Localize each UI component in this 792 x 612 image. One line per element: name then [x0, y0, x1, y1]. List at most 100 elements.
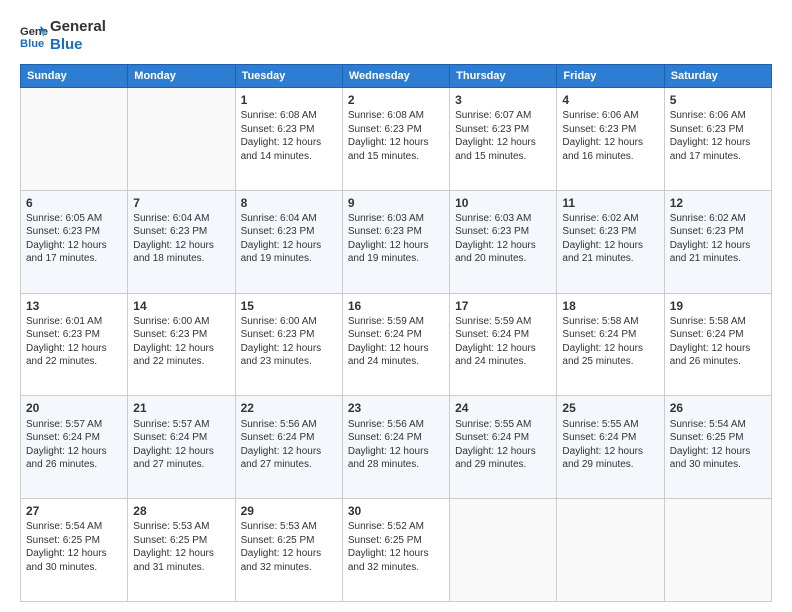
- cell-info: Sunrise: 5:59 AM Sunset: 6:24 PM Dayligh…: [455, 315, 551, 369]
- cell-day-number: 8: [241, 195, 337, 211]
- calendar-week-row: 1Sunrise: 6:08 AM Sunset: 6:23 PM Daylig…: [21, 88, 772, 191]
- calendar-cell: [21, 88, 128, 191]
- calendar-cell: 30Sunrise: 5:52 AM Sunset: 6:25 PM Dayli…: [342, 499, 449, 602]
- calendar-cell: 9Sunrise: 6:03 AM Sunset: 6:23 PM Daylig…: [342, 190, 449, 293]
- cell-info: Sunrise: 5:55 AM Sunset: 6:24 PM Dayligh…: [455, 418, 551, 472]
- calendar-week-row: 27Sunrise: 5:54 AM Sunset: 6:25 PM Dayli…: [21, 499, 772, 602]
- cell-info: Sunrise: 6:02 AM Sunset: 6:23 PM Dayligh…: [562, 212, 658, 266]
- cell-info: Sunrise: 6:08 AM Sunset: 6:23 PM Dayligh…: [348, 109, 444, 163]
- cell-day-number: 1: [241, 92, 337, 108]
- calendar-weekday-thursday: Thursday: [450, 65, 557, 88]
- cell-day-number: 4: [562, 92, 658, 108]
- cell-info: Sunrise: 5:53 AM Sunset: 6:25 PM Dayligh…: [241, 520, 337, 574]
- cell-info: Sunrise: 6:01 AM Sunset: 6:23 PM Dayligh…: [26, 315, 122, 369]
- logo-text-blue: Blue: [50, 36, 106, 54]
- calendar-cell: 16Sunrise: 5:59 AM Sunset: 6:24 PM Dayli…: [342, 293, 449, 396]
- cell-info: Sunrise: 6:08 AM Sunset: 6:23 PM Dayligh…: [241, 109, 337, 163]
- calendar-weekday-monday: Monday: [128, 65, 235, 88]
- cell-day-number: 16: [348, 298, 444, 314]
- cell-day-number: 13: [26, 298, 122, 314]
- calendar-cell: 10Sunrise: 6:03 AM Sunset: 6:23 PM Dayli…: [450, 190, 557, 293]
- cell-info: Sunrise: 5:56 AM Sunset: 6:24 PM Dayligh…: [348, 418, 444, 472]
- cell-day-number: 18: [562, 298, 658, 314]
- page: General Blue General Blue SundayMondayTu…: [0, 0, 792, 612]
- calendar-cell: 20 Sunrise: 5:57 AM Sunset: 6:24 PM Dayli…: [21, 396, 128, 499]
- cell-day-number: 3: [455, 92, 551, 108]
- cell-day-number: 22: [241, 400, 337, 416]
- calendar-cell: 19Sunrise: 5:58 AM Sunset: 6:24 PM Dayli…: [664, 293, 771, 396]
- calendar-cell: 7Sunrise: 6:04 AM Sunset: 6:23 PM Daylig…: [128, 190, 235, 293]
- calendar-cell: 2Sunrise: 6:08 AM Sunset: 6:23 PM Daylig…: [342, 88, 449, 191]
- cell-day-number: 19: [670, 298, 766, 314]
- cell-info: Sunrise: 6:00 AM Sunset: 6:23 PM Dayligh…: [241, 315, 337, 369]
- cell-day-number: 9: [348, 195, 444, 211]
- cell-info: Sunrise: 6:04 AM Sunset: 6:23 PM Dayligh…: [241, 212, 337, 266]
- calendar-cell: 29Sunrise: 5:53 AM Sunset: 6:25 PM Dayli…: [235, 499, 342, 602]
- cell-info: Sunrise: 5:57 AM Sunset: 6:24 PM Dayligh…: [133, 418, 229, 472]
- calendar-weekday-sunday: Sunday: [21, 65, 128, 88]
- calendar-header-row: SundayMondayTuesdayWednesdayThursdayFrid…: [21, 65, 772, 88]
- cell-day-number: 25: [562, 400, 658, 416]
- cell-info: Sunrise: 5:52 AM Sunset: 6:25 PM Dayligh…: [348, 520, 444, 574]
- calendar-cell: 17Sunrise: 5:59 AM Sunset: 6:24 PM Dayli…: [450, 293, 557, 396]
- cell-info: Sunrise: 5:58 AM Sunset: 6:24 PM Dayligh…: [670, 315, 766, 369]
- cell-day-number: 12: [670, 195, 766, 211]
- calendar-cell: 26Sunrise: 5:54 AM Sunset: 6:25 PM Dayli…: [664, 396, 771, 499]
- svg-text:Blue: Blue: [20, 38, 44, 50]
- cell-day-number: 14: [133, 298, 229, 314]
- calendar-cell: 22 Sunrise: 5:56 AM Sunset: 6:24 PM Dayli…: [235, 396, 342, 499]
- cell-day-number: 26: [670, 400, 766, 416]
- cell-info: Sunrise: 5:59 AM Sunset: 6:24 PM Dayligh…: [348, 315, 444, 369]
- calendar-cell: 14Sunrise: 6:00 AM Sunset: 6:23 PM Dayli…: [128, 293, 235, 396]
- cell-day-number: 7: [133, 195, 229, 211]
- cell-day-number: 6: [26, 195, 122, 211]
- cell-day-number: 23: [348, 400, 444, 416]
- calendar-cell: 4Sunrise: 6:06 AM Sunset: 6:23 PM Daylig…: [557, 88, 664, 191]
- calendar-cell: 13Sunrise: 6:01 AM Sunset: 6:23 PM Dayli…: [21, 293, 128, 396]
- header: General Blue General Blue: [20, 18, 772, 54]
- cell-info: Sunrise: 6:03 AM Sunset: 6:23 PM Dayligh…: [348, 212, 444, 266]
- cell-info: Sunrise: 6:06 AM Sunset: 6:23 PM Dayligh…: [670, 109, 766, 163]
- calendar-week-row: 20 Sunrise: 5:57 AM Sunset: 6:24 PM Dayli…: [21, 396, 772, 499]
- cell-info: Sunrise: 6:05 AM Sunset: 6:23 PM Dayligh…: [26, 212, 122, 266]
- calendar-weekday-tuesday: Tuesday: [235, 65, 342, 88]
- calendar-weekday-wednesday: Wednesday: [342, 65, 449, 88]
- cell-info: Sunrise: 6:04 AM Sunset: 6:23 PM Dayligh…: [133, 212, 229, 266]
- calendar-cell: 8Sunrise: 6:04 AM Sunset: 6:23 PM Daylig…: [235, 190, 342, 293]
- calendar-cell: 27Sunrise: 5:54 AM Sunset: 6:25 PM Dayli…: [21, 499, 128, 602]
- cell-day-number: 20: [26, 400, 122, 416]
- logo: General Blue General Blue: [20, 18, 106, 54]
- calendar-week-row: 13Sunrise: 6:01 AM Sunset: 6:23 PM Dayli…: [21, 293, 772, 396]
- cell-day-number: 27: [26, 503, 122, 519]
- calendar-cell: 23 Sunrise: 5:56 AM Sunset: 6:24 PM Dayli…: [342, 396, 449, 499]
- cell-day-number: 17: [455, 298, 551, 314]
- logo-icon: General Blue: [20, 22, 48, 50]
- calendar-cell: 25Sunrise: 5:55 AM Sunset: 6:24 PM Dayli…: [557, 396, 664, 499]
- calendar-cell: 21 Sunrise: 5:57 AM Sunset: 6:24 PM Dayli…: [128, 396, 235, 499]
- cell-day-number: 5: [670, 92, 766, 108]
- calendar-cell: 3Sunrise: 6:07 AM Sunset: 6:23 PM Daylig…: [450, 88, 557, 191]
- cell-day-number: 11: [562, 195, 658, 211]
- cell-day-number: 24: [455, 400, 551, 416]
- cell-day-number: 21: [133, 400, 229, 416]
- cell-day-number: 2: [348, 92, 444, 108]
- calendar-cell: 15Sunrise: 6:00 AM Sunset: 6:23 PM Dayli…: [235, 293, 342, 396]
- calendar-week-row: 6Sunrise: 6:05 AM Sunset: 6:23 PM Daylig…: [21, 190, 772, 293]
- cell-info: Sunrise: 5:53 AM Sunset: 6:25 PM Dayligh…: [133, 520, 229, 574]
- cell-info: Sunrise: 5:54 AM Sunset: 6:25 PM Dayligh…: [26, 520, 122, 574]
- calendar-cell: 18Sunrise: 5:58 AM Sunset: 6:24 PM Dayli…: [557, 293, 664, 396]
- calendar-cell: 12Sunrise: 6:02 AM Sunset: 6:23 PM Dayli…: [664, 190, 771, 293]
- cell-info: Sunrise: 6:06 AM Sunset: 6:23 PM Dayligh…: [562, 109, 658, 163]
- cell-info: Sunrise: 5:57 AM Sunset: 6:24 PM Dayligh…: [26, 418, 122, 472]
- cell-day-number: 10: [455, 195, 551, 211]
- calendar-cell: 24 Sunrise: 5:55 AM Sunset: 6:24 PM Dayli…: [450, 396, 557, 499]
- calendar-weekday-friday: Friday: [557, 65, 664, 88]
- cell-info: Sunrise: 5:56 AM Sunset: 6:24 PM Dayligh…: [241, 418, 337, 472]
- cell-info: Sunrise: 6:03 AM Sunset: 6:23 PM Dayligh…: [455, 212, 551, 266]
- calendar-cell: 5Sunrise: 6:06 AM Sunset: 6:23 PM Daylig…: [664, 88, 771, 191]
- calendar-cell: [664, 499, 771, 602]
- calendar-cell: 6Sunrise: 6:05 AM Sunset: 6:23 PM Daylig…: [21, 190, 128, 293]
- cell-day-number: 28: [133, 503, 229, 519]
- calendar-cell: [128, 88, 235, 191]
- calendar-cell: 28Sunrise: 5:53 AM Sunset: 6:25 PM Dayli…: [128, 499, 235, 602]
